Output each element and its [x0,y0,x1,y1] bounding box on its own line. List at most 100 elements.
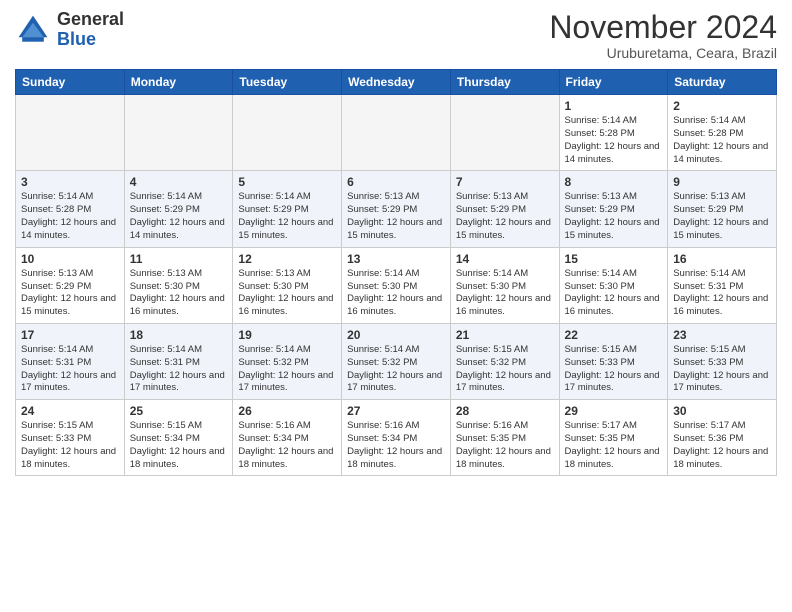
day-number: 6 [347,175,445,189]
calendar-cell: 24 Sunrise: 5:15 AM Sunset: 5:33 PM Dayli… [16,400,125,476]
calendar-cell: 5 Sunrise: 5:14 AM Sunset: 5:29 PM Daylig… [233,171,342,247]
day-info: Sunrise: 5:14 AM Sunset: 5:29 PM Dayligh… [130,191,228,242]
day-info: Sunrise: 5:14 AM Sunset: 5:30 PM Dayligh… [347,268,445,319]
logo-text: General Blue [57,10,124,50]
day-number: 23 [673,328,771,342]
day-number: 9 [673,175,771,189]
day-info: Sunrise: 5:13 AM Sunset: 5:30 PM Dayligh… [130,268,228,319]
day-info: Sunrise: 5:13 AM Sunset: 5:29 PM Dayligh… [673,191,771,242]
calendar-cell: 25Sunrise: 5:15 AM Sunset: 5:34 PM Dayli… [124,400,233,476]
day-info: Sunrise: 5:15 AM Sunset: 5:32 PM Dayligh… [456,344,554,395]
day-number: 8 [565,175,663,189]
day-number: 18 [130,328,228,342]
day-info: Sunrise: 5:14 AM Sunset: 5:32 PM Dayligh… [347,344,445,395]
day-number: 27 [347,404,445,418]
calendar-cell: 8 Sunrise: 5:13 AM Sunset: 5:29 PM Daylig… [559,171,668,247]
day-number: 26 [238,404,336,418]
day-info: Sunrise: 5:14 AM Sunset: 5:30 PM Dayligh… [456,268,554,319]
day-number: 7 [456,175,554,189]
day-header-saturday: Saturday [668,70,777,95]
calendar-cell: 17Sunrise: 5:14 AM Sunset: 5:31 PM Dayli… [16,323,125,399]
day-info: Sunrise: 5:16 AM Sunset: 5:34 PM Dayligh… [238,420,336,471]
day-number: 19 [238,328,336,342]
day-info: Sunrise: 5:16 AM Sunset: 5:34 PM Dayligh… [347,420,445,471]
day-info: Sunrise: 5:13 AM Sunset: 5:29 PM Dayligh… [565,191,663,242]
day-info: Sunrise: 5:14 AM Sunset: 5:31 PM Dayligh… [130,344,228,395]
calendar-cell: 23Sunrise: 5:15 AM Sunset: 5:33 PM Dayli… [668,323,777,399]
calendar-cell: 27 Sunrise: 5:16 AM Sunset: 5:34 PM Dayli… [342,400,451,476]
calendar-cell: 21 Sunrise: 5:15 AM Sunset: 5:32 PM Dayli… [450,323,559,399]
day-number: 2 [673,99,771,113]
day-info: Sunrise: 5:14 AM Sunset: 5:31 PM Dayligh… [21,344,119,395]
calendar-week-row: 1 Sunrise: 5:14 AM Sunset: 5:28 PM Daylig… [16,95,777,171]
calendar-cell [16,95,125,171]
calendar-cell: 26 Sunrise: 5:16 AM Sunset: 5:34 PM Dayli… [233,400,342,476]
day-number: 1 [565,99,663,113]
calendar-cell: 19Sunrise: 5:14 AM Sunset: 5:32 PM Dayli… [233,323,342,399]
month-title: November 2024 [549,10,777,45]
calendar-cell: 12Sunrise: 5:13 AM Sunset: 5:30 PM Dayli… [233,247,342,323]
day-header-thursday: Thursday [450,70,559,95]
header: General Blue November 2024 Uruburetama, … [15,10,777,61]
calendar-week-row: 3 Sunrise: 5:14 AM Sunset: 5:28 PM Daylig… [16,171,777,247]
calendar-table: SundayMondayTuesdayWednesdayThursdayFrid… [15,69,777,476]
calendar-cell: 2 Sunrise: 5:14 AM Sunset: 5:28 PM Daylig… [668,95,777,171]
day-info: Sunrise: 5:14 AM Sunset: 5:31 PM Dayligh… [673,268,771,319]
day-info: Sunrise: 5:14 AM Sunset: 5:28 PM Dayligh… [673,115,771,166]
day-number: 22 [565,328,663,342]
title-section: November 2024 Uruburetama, Ceara, Brazil [549,10,777,61]
day-header-wednesday: Wednesday [342,70,451,95]
calendar-cell: 22 Sunrise: 5:15 AM Sunset: 5:33 PM Dayli… [559,323,668,399]
day-number: 10 [21,252,119,266]
day-number: 20 [347,328,445,342]
calendar-cell: 6 Sunrise: 5:13 AM Sunset: 5:29 PM Daylig… [342,171,451,247]
day-info: Sunrise: 5:14 AM Sunset: 5:28 PM Dayligh… [565,115,663,166]
day-number: 21 [456,328,554,342]
calendar-week-row: 17Sunrise: 5:14 AM Sunset: 5:31 PM Dayli… [16,323,777,399]
day-number: 24 [21,404,119,418]
day-number: 28 [456,404,554,418]
calendar-week-row: 24 Sunrise: 5:15 AM Sunset: 5:33 PM Dayli… [16,400,777,476]
day-number: 13 [347,252,445,266]
day-info: Sunrise: 5:17 AM Sunset: 5:35 PM Dayligh… [565,420,663,471]
day-info: Sunrise: 5:15 AM Sunset: 5:33 PM Dayligh… [21,420,119,471]
logo-blue: Blue [57,29,96,49]
day-number: 5 [238,175,336,189]
calendar-cell: 9 Sunrise: 5:13 AM Sunset: 5:29 PM Daylig… [668,171,777,247]
day-number: 4 [130,175,228,189]
location: Uruburetama, Ceara, Brazil [549,45,777,61]
calendar-cell: 28 Sunrise: 5:16 AM Sunset: 5:35 PM Dayli… [450,400,559,476]
day-info: Sunrise: 5:16 AM Sunset: 5:35 PM Dayligh… [456,420,554,471]
calendar-cell: 30 Sunrise: 5:17 AM Sunset: 5:36 PM Dayli… [668,400,777,476]
logo-general: General [57,9,124,29]
calendar-cell: 18 Sunrise: 5:14 AM Sunset: 5:31 PM Dayli… [124,323,233,399]
day-number: 3 [21,175,119,189]
day-number: 16 [673,252,771,266]
day-info: Sunrise: 5:15 AM Sunset: 5:33 PM Dayligh… [565,344,663,395]
calendar-cell: 1 Sunrise: 5:14 AM Sunset: 5:28 PM Daylig… [559,95,668,171]
calendar-header-row: SundayMondayTuesdayWednesdayThursdayFrid… [16,70,777,95]
day-number: 30 [673,404,771,418]
calendar-cell [342,95,451,171]
day-info: Sunrise: 5:17 AM Sunset: 5:36 PM Dayligh… [673,420,771,471]
day-number: 25 [130,404,228,418]
calendar-cell: 16 Sunrise: 5:14 AM Sunset: 5:31 PM Dayli… [668,247,777,323]
calendar-cell: 4 Sunrise: 5:14 AM Sunset: 5:29 PM Daylig… [124,171,233,247]
day-info: Sunrise: 5:13 AM Sunset: 5:29 PM Dayligh… [456,191,554,242]
calendar-cell [233,95,342,171]
day-info: Sunrise: 5:13 AM Sunset: 5:29 PM Dayligh… [347,191,445,242]
day-number: 29 [565,404,663,418]
calendar-week-row: 10 Sunrise: 5:13 AM Sunset: 5:29 PM Dayli… [16,247,777,323]
calendar-cell: 10 Sunrise: 5:13 AM Sunset: 5:29 PM Dayli… [16,247,125,323]
calendar-cell: 14Sunrise: 5:14 AM Sunset: 5:30 PM Dayli… [450,247,559,323]
day-info: Sunrise: 5:14 AM Sunset: 5:29 PM Dayligh… [238,191,336,242]
day-header-monday: Monday [124,70,233,95]
calendar-cell: 13 Sunrise: 5:14 AM Sunset: 5:30 PM Dayli… [342,247,451,323]
day-info: Sunrise: 5:14 AM Sunset: 5:28 PM Dayligh… [21,191,119,242]
calendar-cell: 29 Sunrise: 5:17 AM Sunset: 5:35 PM Dayli… [559,400,668,476]
day-number: 11 [130,252,228,266]
calendar-cell: 3 Sunrise: 5:14 AM Sunset: 5:28 PM Daylig… [16,171,125,247]
day-info: Sunrise: 5:13 AM Sunset: 5:29 PM Dayligh… [21,268,119,319]
day-number: 12 [238,252,336,266]
calendar-cell: 20 Sunrise: 5:14 AM Sunset: 5:32 PM Dayli… [342,323,451,399]
